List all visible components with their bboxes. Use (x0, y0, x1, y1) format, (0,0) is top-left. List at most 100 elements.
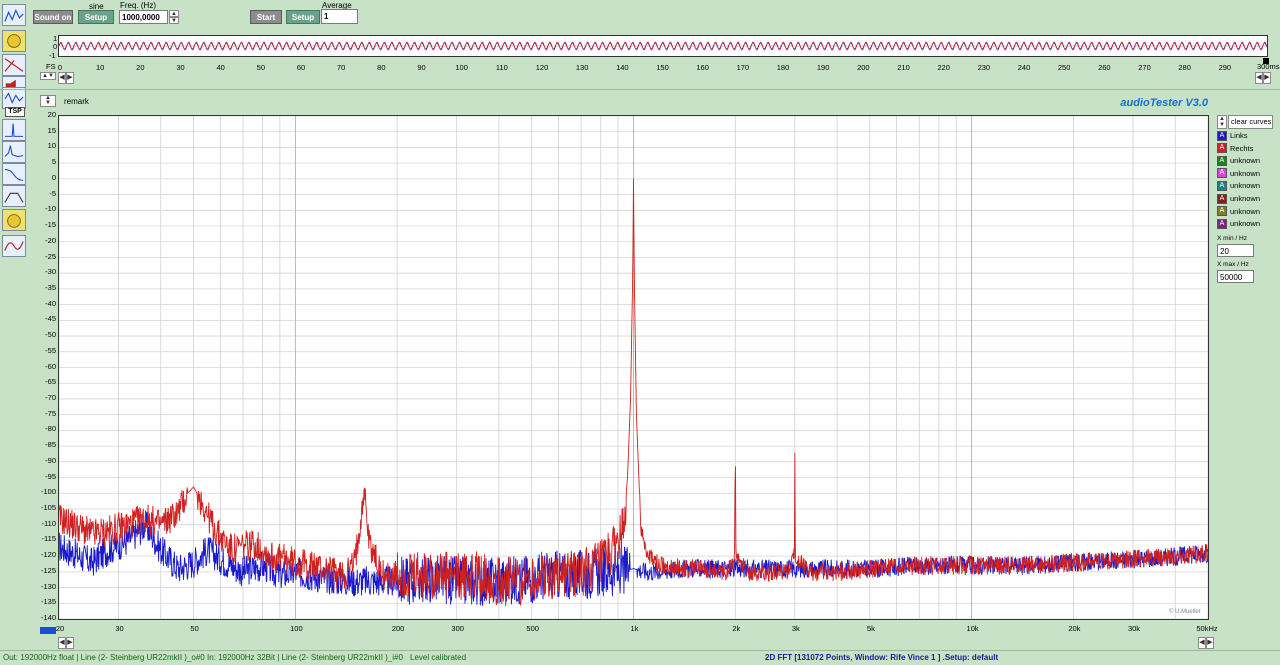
waveform-small-icon[interactable] (2, 87, 26, 109)
legend-item[interactable]: Aunknown (1217, 168, 1260, 179)
y-tick: -105 (40, 503, 56, 512)
spectrum-plot (58, 115, 1209, 620)
meter-icon[interactable] (2, 209, 26, 231)
legend-item[interactable]: Aunknown (1217, 206, 1260, 217)
time-scroll-left-right[interactable]: ◀ (1255, 72, 1263, 84)
time-x-tick: 280 (1178, 63, 1191, 72)
xmin-label: X min / Hz (1217, 235, 1247, 242)
x-tick: 100 (290, 624, 303, 633)
clear-curves-spinner[interactable]: ▲ ▼ (1217, 115, 1227, 129)
average-input[interactable]: 1 (321, 9, 358, 24)
y-tick: -45 (45, 314, 56, 324)
xmin-input[interactable]: 20 (1217, 244, 1254, 257)
time-zoom-spinner[interactable]: ▲▼ (40, 72, 56, 80)
tsp-button[interactable]: TSP (5, 107, 25, 117)
legend-swatch-icon[interactable]: A (1217, 143, 1227, 154)
start-button[interactable]: Start (250, 10, 282, 24)
legend-item[interactable]: Aunknown (1217, 155, 1260, 166)
divider (0, 89, 1280, 90)
y-tick: -130 (40, 581, 56, 591)
time-x-tick: 120 (535, 63, 549, 72)
time-cursor-marker[interactable] (1263, 58, 1269, 64)
filter-icon[interactable] (2, 185, 26, 207)
distortion-icon[interactable] (2, 235, 26, 257)
time-x-tick: 230 (977, 63, 991, 72)
clear-curves-button[interactable]: clear curves (1228, 115, 1273, 129)
y-tick: -70 (45, 392, 56, 402)
legend-swatch-icon[interactable]: A (1217, 206, 1227, 217)
legend-swatch-icon[interactable]: A (1217, 218, 1227, 229)
freq-scroll-right[interactable]: ▶ (66, 637, 74, 649)
time-x-tick: 140 (616, 63, 629, 72)
freq-input[interactable]: 1000,0000 (119, 10, 168, 24)
app-title: audioTester V3.0 (1120, 97, 1208, 109)
y-tick: -95 (45, 471, 56, 481)
time-x-tick: 150 (656, 63, 669, 72)
time-x-tick: 170 (736, 63, 750, 72)
legend-swatch-icon[interactable]: A (1217, 193, 1227, 204)
time-x-tick: 0 (57, 63, 63, 72)
legend-swatch-icon[interactable]: A (1217, 168, 1227, 179)
time-x-tick: 260 (1098, 63, 1111, 72)
time-x-tick: 40 (216, 63, 225, 72)
x-tick: 50kHz (1196, 624, 1218, 633)
oscilloscope-icon[interactable] (2, 4, 26, 26)
y-zoom-spinner[interactable]: ▲ ▼ (40, 95, 56, 107)
x-tick: 10k (966, 624, 979, 633)
time-scroll-right[interactable]: ▶ (66, 72, 74, 84)
sound-on-button[interactable]: Sound on (33, 10, 73, 24)
legend-item[interactable]: Aunknown (1217, 193, 1260, 204)
legend-item[interactable]: A Rechts (1217, 143, 1253, 154)
generator-icon[interactable] (2, 30, 26, 52)
time-y-tick: 0 (53, 42, 58, 51)
x-tick: 3k (791, 624, 800, 633)
x-axis-marker[interactable] (40, 627, 56, 634)
y-tick: -90 (45, 455, 56, 465)
time-y-tick: -1 (49, 51, 56, 60)
impulse-icon[interactable] (2, 119, 26, 141)
freq-scroll-left-right[interactable]: ◀ (1198, 637, 1206, 649)
y-tick: -65 (45, 377, 56, 387)
legend-item[interactable]: Aunknown (1217, 180, 1260, 191)
legend-label: unknown (1230, 194, 1261, 203)
y-tick: -110 (41, 518, 56, 528)
freq-spin-up[interactable]: ▲ (169, 10, 179, 17)
legend-swatch-icon[interactable]: A (1217, 180, 1227, 191)
freq-scroll-left[interactable]: ◀ (58, 637, 66, 649)
setup-generator-button[interactable]: Setup (78, 10, 114, 24)
time-scroll-left[interactable]: ◀ (58, 72, 66, 84)
y-tick: -115 (41, 534, 56, 544)
time-x-tick: 200 (857, 63, 870, 72)
time-scroll-right-right[interactable]: ▶ (1263, 72, 1271, 84)
time-x-tick: 130 (575, 63, 589, 72)
time-waveform (58, 41, 1268, 51)
time-x-tick: 220 (937, 63, 950, 72)
setup-analyzer-button[interactable]: Setup (286, 10, 320, 24)
freq-scroll-right-right[interactable]: ▶ (1206, 637, 1214, 649)
legend-item[interactable]: A Links (1217, 130, 1248, 141)
remark-label: remark (64, 97, 89, 106)
legend-swatch-icon[interactable]: A (1217, 155, 1227, 166)
xmax-input[interactable]: 50000 (1217, 270, 1254, 283)
status-level: Level calibrated (410, 653, 467, 662)
legend-item[interactable]: Aunknown (1217, 218, 1260, 229)
y-tick: -140 (40, 613, 56, 622)
y-tick: 10 (47, 141, 56, 151)
x-tick: 2k (732, 624, 741, 633)
response-icon[interactable] (2, 163, 26, 185)
legend-label: unknown (1230, 156, 1261, 166)
time-x-tick: 180 (776, 63, 790, 72)
x-tick: 30 (115, 624, 124, 633)
x-tick: 50 (190, 624, 199, 633)
time-x-tick: 190 (816, 63, 830, 72)
time-x-tick: 20 (136, 63, 145, 72)
y-tick: -15 (45, 220, 56, 229)
sweep-icon[interactable] (2, 54, 26, 76)
time-x-tick: 60 (296, 63, 306, 72)
freq-spin-down[interactable]: ▼ (169, 17, 179, 24)
spectrum-icon[interactable] (2, 141, 26, 163)
y-tick: -30 (45, 267, 56, 277)
legend-swatch-icon[interactable]: A (1217, 130, 1227, 141)
y-tick: 5 (51, 157, 56, 167)
x-tick: 1k (630, 624, 639, 633)
